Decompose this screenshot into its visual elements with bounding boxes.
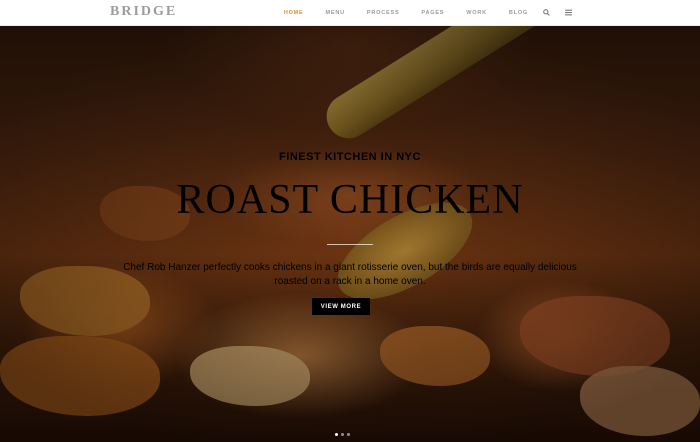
top-navigation-bar: BRIDGE HOME MENU PROCESS PAGES WORK BLOG (0, 0, 700, 26)
title-divider (327, 244, 373, 245)
slider-pagination (333, 433, 351, 436)
slide-dot-1[interactable] (334, 433, 338, 436)
nav-pages[interactable]: PAGES (421, 10, 444, 16)
main-nav: HOME MENU PROCESS PAGES WORK BLOG (262, 0, 572, 25)
slide-dot-3[interactable] (346, 433, 350, 436)
hero-overlay (0, 26, 700, 442)
hero-description: Chef Rob Hanzer perfectly cooks chickens… (123, 262, 577, 287)
menu-icon[interactable] (565, 9, 572, 16)
hero-slider: FINEST KITCHEN IN NYC ROAST CHICKEN Chef… (0, 26, 700, 442)
nav-home[interactable]: HOME (284, 10, 304, 16)
nav-blog[interactable]: BLOG (509, 10, 528, 16)
hero-title: ROAST CHICKEN (176, 177, 524, 223)
view-more-button[interactable]: VIEW MORE (312, 298, 370, 315)
nav-work[interactable]: WORK (466, 10, 487, 16)
nav-menu[interactable]: MENU (326, 10, 345, 16)
site-logo[interactable]: BRIDGE (110, 4, 177, 20)
hero-subtitle: FINEST KITCHEN IN NYC (279, 151, 421, 163)
nav-process[interactable]: PROCESS (367, 10, 400, 16)
search-icon[interactable] (543, 9, 550, 16)
slide-dot-2[interactable] (340, 433, 344, 436)
